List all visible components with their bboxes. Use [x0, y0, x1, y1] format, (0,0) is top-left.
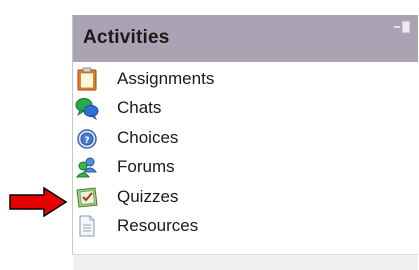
activity-list: Assignments Chats ? Choices Forums Quizz… — [75, 64, 415, 241]
block-content: Assignments Chats ? Choices Forums Quizz… — [73, 62, 418, 255]
resource-icon — [75, 214, 99, 238]
assignment-icon — [75, 67, 99, 91]
activities-block: Activities Assignments Chats ? Choices F… — [72, 15, 418, 270]
chat-icon — [75, 96, 99, 121]
minimize-dash — [394, 26, 400, 28]
activity-label: Quizzes — [117, 186, 179, 206]
choice-icon: ? — [75, 126, 99, 150]
block-footer — [73, 255, 418, 270]
activity-item-resources[interactable]: Resources — [75, 212, 415, 242]
activity-label: Choices — [117, 127, 179, 147]
activity-label: Resources — [117, 216, 199, 236]
activity-item-forums[interactable]: Forums — [75, 153, 415, 183]
block-header: Activities — [73, 15, 418, 62]
arrow-right-icon — [9, 186, 68, 218]
activity-item-choices[interactable]: ? Choices — [75, 123, 415, 153]
forum-icon — [75, 155, 99, 179]
activity-label: Chats — [117, 98, 162, 118]
screenshot-frame: Activities Assignments Chats ? Choices F… — [0, 0, 419, 270]
activity-item-chats[interactable]: Chats — [75, 94, 415, 124]
minimize-box — [402, 21, 410, 33]
activity-item-assignments[interactable]: Assignments — [75, 64, 415, 94]
activity-label: Forums — [117, 157, 175, 177]
activity-item-quizzes[interactable]: Quizzes — [75, 182, 415, 212]
svg-text:?: ? — [84, 136, 89, 146]
activity-label: Assignments — [117, 68, 215, 88]
block-title: Activities — [83, 27, 170, 48]
hide-block-icon[interactable] — [394, 21, 412, 35]
quiz-icon — [75, 185, 99, 209]
